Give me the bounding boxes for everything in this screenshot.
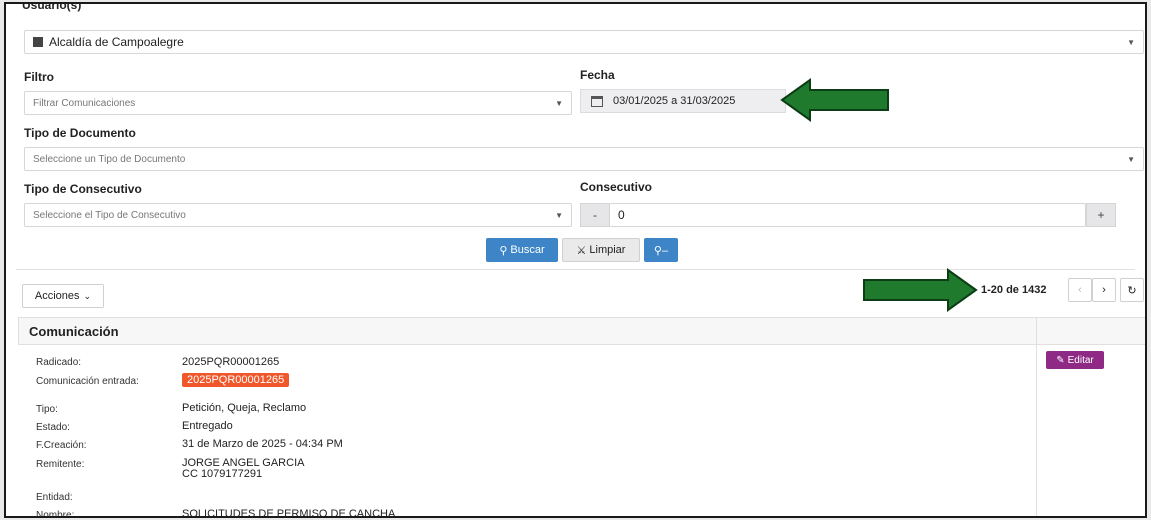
app-frame: Usuario(s) Alcaldía de Campoalegre ▼ Fil…	[4, 2, 1147, 518]
card-title: Comunicación	[29, 323, 119, 339]
chevron-down-icon: ▼	[1127, 38, 1135, 47]
pagination-range: 1-20 de 1432	[981, 284, 1047, 296]
refresh-icon: ↻	[1127, 284, 1137, 297]
consecutivo-input[interactable]: 0	[610, 203, 1086, 227]
building-icon	[33, 37, 43, 47]
fecha-input[interactable]: 03/01/2025 a 31/03/2025	[580, 89, 786, 113]
calendar-icon	[591, 95, 603, 107]
chevron-down-icon: ▼	[555, 99, 563, 108]
row-value: CC 1079177291	[182, 468, 263, 480]
acciones-label: Acciones	[34, 290, 80, 302]
row-key: Radicado:	[36, 357, 82, 368]
consecutivo-value: 0	[618, 208, 625, 222]
row-value: 2025PQR00001265	[182, 356, 280, 368]
consecutivo-label: Consecutivo	[580, 180, 653, 194]
chevron-down-icon: ▼	[1127, 155, 1135, 164]
limpiar-label: Limpiar	[589, 244, 626, 256]
buscar-button[interactable]: ⚲ Buscar	[486, 238, 558, 262]
fecha-value: 03/01/2025 a 31/03/2025	[613, 95, 736, 107]
row-key: F.Creación:	[36, 440, 87, 451]
row-value: Entregado	[182, 420, 233, 432]
tipo-documento-select[interactable]: Seleccione un Tipo de Documento ▼	[24, 147, 1144, 171]
tipo-consecutivo-placeholder: Seleccione el Tipo de Consecutivo	[33, 209, 186, 221]
refresh-button[interactable]: ↻	[1120, 278, 1144, 302]
search-icon: ⚲	[499, 244, 508, 257]
row-key: Tipo:	[36, 404, 58, 415]
row-key: Estado:	[36, 422, 70, 433]
arrow-right-icon	[863, 268, 978, 312]
filtro-label: Filtro	[24, 70, 54, 84]
usuario-label: Usuario(s)	[22, 2, 82, 12]
tipo-consecutivo-select[interactable]: Seleccione el Tipo de Consecutivo ▼	[24, 203, 572, 227]
filtro-select[interactable]: Filtrar Comunicaciones ▼	[24, 91, 572, 115]
entrada-badge[interactable]: 2025PQR00001265	[182, 373, 290, 387]
chevron-down-icon: ⌄	[83, 290, 92, 301]
filtro-placeholder: Filtrar Comunicaciones	[33, 97, 136, 109]
fecha-label: Fecha	[580, 68, 615, 82]
row-value: SOLICITUDES DE PERMISO DE CANCHA	[182, 508, 396, 518]
row-value: 31 de Marzo de 2025 - 04:34 PM	[182, 438, 343, 450]
entrada-badge-text: 2025PQR00001265	[182, 373, 290, 387]
tipo-consecutivo-label: Tipo de Consecutivo	[24, 182, 142, 196]
edit-label: Editar	[1067, 354, 1094, 366]
row-key: Nombre:	[36, 510, 75, 518]
broom-icon: ⚔	[576, 244, 587, 257]
tipo-documento-placeholder: Seleccione un Tipo de Documento	[33, 153, 186, 165]
usuario-value: Alcaldía de Campoalegre	[49, 35, 184, 49]
edit-button[interactable]: ✎ Editar	[1046, 351, 1104, 369]
advanced-search-button[interactable]: ⚲–	[644, 238, 678, 262]
chevron-down-icon: ▼	[555, 211, 563, 220]
row-key: Comunicación entrada:	[36, 376, 139, 387]
search-options-icon: ⚲–	[653, 244, 669, 257]
consecutivo-minus-button[interactable]: -	[580, 203, 610, 227]
next-page-button[interactable]: ›	[1092, 278, 1116, 302]
card-header: Comunicación	[18, 317, 1145, 345]
edit-icon: ✎	[1056, 354, 1065, 366]
acciones-dropdown[interactable]: Acciones ⌄	[22, 284, 104, 308]
tipo-documento-label: Tipo de Documento	[24, 126, 136, 140]
row-key: Remitente:	[36, 459, 85, 470]
arrow-left-icon	[780, 78, 889, 122]
usuario-select[interactable]: Alcaldía de Campoalegre ▼	[24, 30, 1144, 54]
divider	[1036, 317, 1037, 516]
row-key: Entidad:	[36, 492, 73, 503]
buscar-label: Buscar	[510, 244, 545, 256]
row-value: Petición, Queja, Reclamo	[182, 402, 307, 414]
prev-page-button[interactable]: ‹	[1068, 278, 1092, 302]
limpiar-button[interactable]: ⚔ Limpiar	[562, 238, 640, 262]
consecutivo-plus-button[interactable]: +	[1086, 203, 1116, 227]
